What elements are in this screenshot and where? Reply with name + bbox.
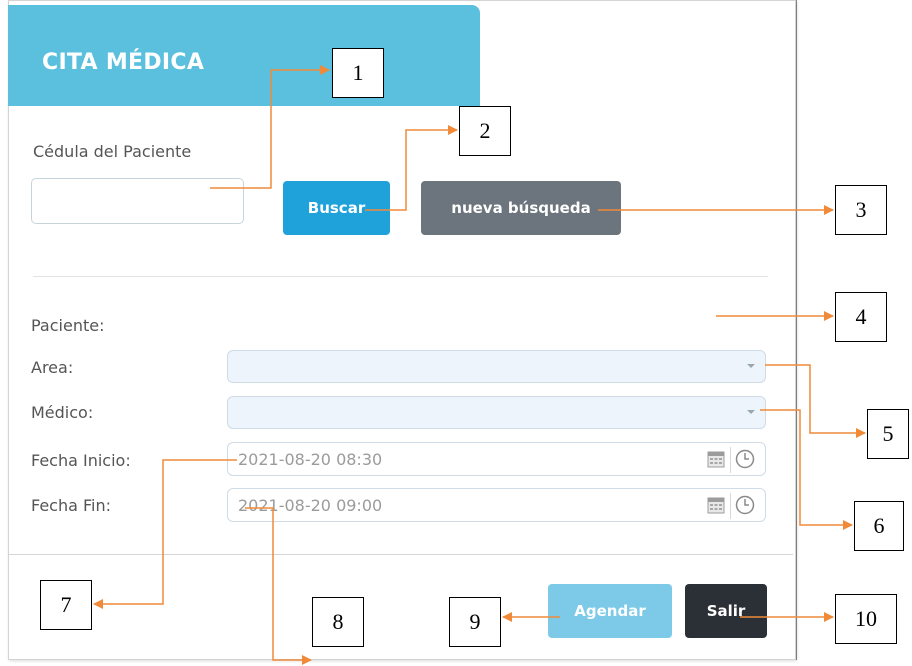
callout-9: 9	[449, 597, 501, 647]
annotation-arrows	[93, 65, 866, 665]
callout-4: 4	[835, 292, 887, 342]
callout-10: 10	[835, 594, 897, 644]
callout-3: 3	[835, 185, 887, 235]
callout-8: 8	[312, 597, 364, 647]
callout-7: 7	[40, 580, 92, 630]
callout-5: 5	[867, 409, 909, 459]
callout-1: 1	[332, 48, 384, 98]
callout-2: 2	[459, 106, 511, 156]
callout-6: 6	[854, 501, 904, 551]
